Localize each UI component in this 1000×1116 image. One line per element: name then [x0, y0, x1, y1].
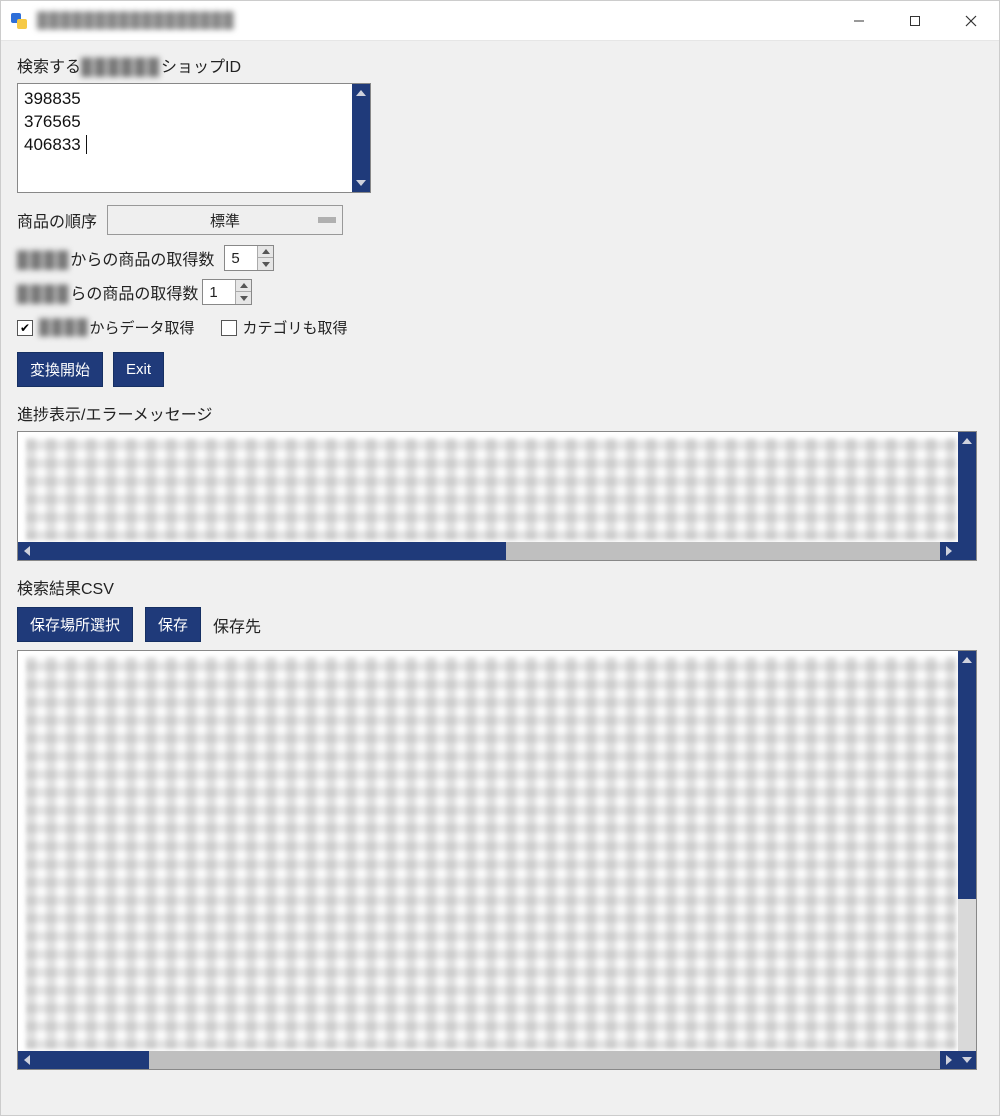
data-fetch-checkbox[interactable]: [17, 320, 33, 336]
scrollbar-horizontal[interactable]: [18, 542, 958, 560]
scroll-thumb[interactable]: [958, 450, 976, 542]
spin-down-icon[interactable]: [257, 258, 273, 270]
spin-up-icon[interactable]: [235, 280, 251, 292]
shop-id-line: 406833: [24, 134, 350, 157]
fetch2-suffix: らの商品の取得数: [70, 286, 198, 303]
fetch2-blur: ████: [17, 286, 70, 303]
scrollbar-vertical[interactable]: [958, 432, 976, 560]
csv-output[interactable]: [17, 650, 977, 1070]
shop-id-line: 376565: [24, 111, 350, 134]
scroll-up-icon[interactable]: [958, 651, 976, 669]
text-caret-icon: [82, 135, 88, 154]
fetch2-value: 1: [209, 284, 217, 301]
shop-id-label-blur: ██████: [81, 59, 161, 76]
choose-dest-button[interactable]: 保存場所選択: [17, 607, 133, 642]
window-controls: [831, 1, 999, 41]
spin-down-icon[interactable]: [235, 292, 251, 304]
fetch1-blur: ████: [17, 252, 70, 269]
save-button[interactable]: 保存: [145, 607, 201, 642]
scroll-left-icon[interactable]: [18, 1051, 36, 1069]
scroll-right-icon[interactable]: [940, 1051, 958, 1069]
scroll-thumb[interactable]: [958, 669, 976, 899]
shop-id-input[interactable]: 398835 376565 406833: [17, 83, 371, 193]
chevron-down-icon: [318, 217, 336, 223]
csv-content-obscured: [26, 657, 956, 1049]
shop-id-label: 検索する██████ショップID: [17, 53, 983, 77]
shop-id-label-suffix: ショップID: [161, 59, 241, 76]
order-label: 商品の順序: [17, 208, 97, 232]
scroll-up-icon[interactable]: [958, 432, 976, 450]
scroll-right-icon[interactable]: [940, 542, 958, 560]
fetch1-suffix: からの商品の取得数: [70, 252, 214, 269]
scrollbar-vertical[interactable]: [958, 651, 976, 1069]
titlebar: █████████████████: [1, 1, 999, 41]
scroll-thumb[interactable]: [36, 1051, 149, 1069]
fetch1-label: ████からの商品の取得数: [17, 246, 214, 270]
app-icon: [9, 11, 29, 31]
scroll-left-icon[interactable]: [18, 542, 36, 560]
category-fetch-checkbox[interactable]: [221, 320, 237, 336]
fetch2-spinner[interactable]: 1: [202, 279, 252, 305]
fetch2-label: ████らの商品の取得数: [17, 280, 198, 304]
scrollbar-horizontal[interactable]: [18, 1051, 958, 1069]
maximize-button[interactable]: [887, 1, 943, 41]
csv-label: 検索結果CSV: [17, 575, 983, 599]
minimize-button[interactable]: [831, 1, 887, 41]
fetch1-spinner[interactable]: 5: [224, 245, 274, 271]
close-button[interactable]: [943, 1, 999, 41]
order-dropdown-value: 標準: [210, 210, 240, 231]
scroll-thumb[interactable]: [352, 102, 370, 174]
data-fetch-checkbox-wrap[interactable]: ████からデータ取得: [17, 317, 195, 338]
log-content-obscured: [26, 438, 956, 540]
scroll-thumb[interactable]: [36, 542, 506, 560]
exit-button[interactable]: Exit: [113, 352, 164, 387]
client-area: 検索する██████ショップID 398835 376565 406833 商品…: [1, 41, 999, 1115]
shop-id-label-prefix: 検索する: [17, 59, 81, 76]
scroll-down-icon[interactable]: [958, 1051, 976, 1069]
scroll-up-icon[interactable]: [352, 84, 370, 102]
scrollbar-vertical[interactable]: [352, 84, 370, 192]
scroll-down-icon[interactable]: [352, 174, 370, 192]
dest-label: 保存先: [213, 613, 261, 637]
order-dropdown[interactable]: 標準: [107, 205, 343, 235]
cb1-suffix: からデータ取得: [90, 317, 195, 338]
fetch1-value: 5: [231, 250, 239, 267]
progress-log[interactable]: [17, 431, 977, 561]
shop-id-line: 398835: [24, 88, 350, 111]
progress-label: 進捗表示/エラーメッセージ: [17, 401, 983, 425]
start-button[interactable]: 変換開始: [17, 352, 103, 387]
window-title: █████████████████: [37, 12, 235, 29]
cb2-label: カテゴリも取得: [243, 317, 348, 338]
spin-up-icon[interactable]: [257, 246, 273, 258]
app-window: █████████████████ 検索する██████ショップID 39883…: [0, 0, 1000, 1116]
category-fetch-checkbox-wrap[interactable]: カテゴリも取得: [221, 317, 348, 338]
scroll-corner: [958, 542, 976, 560]
cb1-blur: ████: [39, 319, 90, 336]
